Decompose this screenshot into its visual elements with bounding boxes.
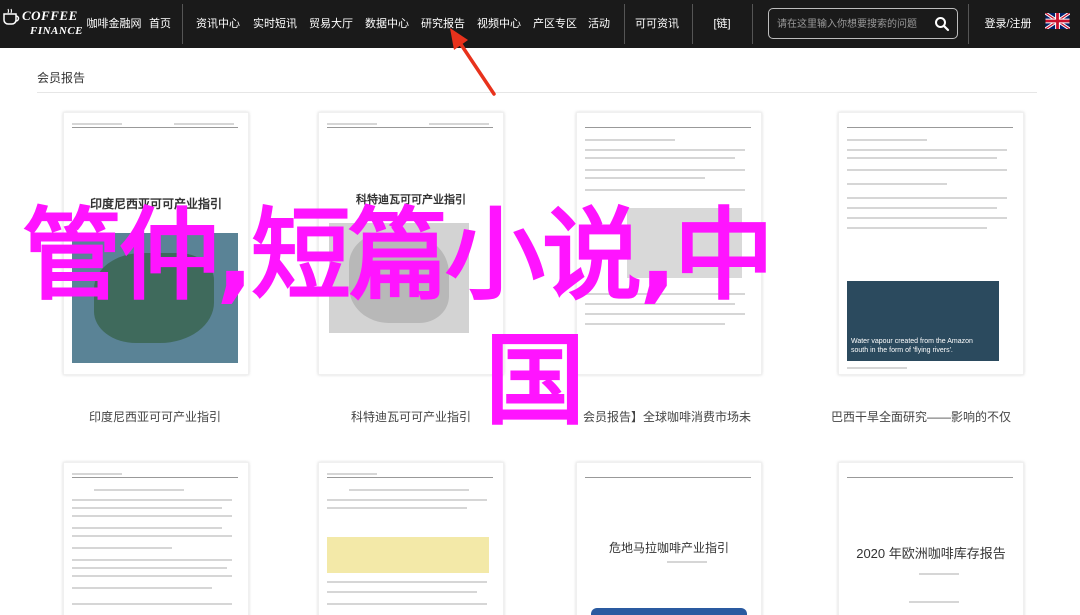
doc-text-line [847,157,997,159]
doc-text-line [585,177,705,179]
doc-text-line [72,499,232,501]
nav-divider [182,4,183,44]
doc-text-line [847,139,927,141]
report-card[interactable] [63,462,249,615]
doc-text-line [847,207,997,209]
doc-text-line [909,601,959,603]
card-title: 危地马拉咖啡产业指引 [608,541,729,555]
doc-text-line [585,139,675,141]
report-table-image [327,537,489,573]
nav-flash[interactable]: 实时短讯 [250,0,300,48]
search-input[interactable] [777,14,937,34]
report-card[interactable]: 危地马拉咖啡产业指引 [576,462,762,615]
doc-header-rule [585,477,751,478]
nav-news[interactable]: 资讯中心 [193,0,243,48]
doc-text-line [585,149,745,151]
doc-header-rule [72,477,238,478]
doc-text-line [585,169,745,171]
doc-text-line [585,157,735,159]
doc-text-line [847,227,987,229]
doc-text-line [72,507,222,509]
doc-header-rule [847,127,1013,128]
nav-divider [752,4,753,44]
overlay-title-line2: 国 [485,322,585,439]
section-divider [37,92,1037,93]
nav-events[interactable]: 活动 [584,0,614,48]
nav-data[interactable]: 数据中心 [362,0,412,48]
overlay-title-line1: 管仲,短篇小说,中 [22,197,774,314]
logo-line1: COFFEE [22,8,78,23]
doc-text-line [72,547,172,549]
doc-text-line [327,123,377,125]
doc-header-rule [585,127,751,128]
doc-header-rule [847,477,1013,478]
map-caption-line1: Water vapour created from the Amazon [851,338,973,345]
site-logo[interactable]: COFFEE FINANCE [0,6,84,42]
doc-text-line [847,217,1007,219]
nav-divider [968,4,969,44]
nav-chain[interactable]: [链] [702,0,742,48]
report-card[interactable] [318,462,504,615]
search-icon[interactable] [934,16,950,32]
top-navbar: COFFEE FINANCE 咖啡金融网 首页 资讯中心 实时短讯 贸易大厅 数… [0,0,1080,48]
doc-text-line [327,473,377,475]
report-cover-image [591,608,747,615]
doc-text-line [847,169,1007,171]
doc-text-line [72,515,232,517]
doc-text-line [72,527,222,529]
doc-text-line [667,561,707,563]
doc-text-line [327,507,467,509]
nav-divider [624,4,625,44]
doc-text-line [72,603,232,605]
doc-text-line [349,489,469,491]
report-card[interactable]: 2020 年欧洲咖啡库存报告 [838,462,1024,615]
doc-header-rule [327,477,493,478]
doc-text-line [72,535,232,537]
doc-text-line [327,581,487,583]
doc-text-line [94,489,184,491]
nav-home[interactable]: 首页 [145,0,175,48]
login-register-link[interactable]: 登录/注册 [978,0,1038,48]
map-caption-line2: south in the form of 'flying rivers'. [851,347,953,354]
doc-text-line [72,575,232,577]
doc-text-line [847,149,1007,151]
uk-flag-icon[interactable] [1045,13,1070,29]
doc-text-line [174,123,234,125]
nav-cocoa[interactable]: 可可资讯 [632,0,682,48]
doc-text-line [72,123,122,125]
coffee-cup-icon [3,8,20,25]
doc-text-line [72,587,212,589]
card-title: 2020 年欧洲咖啡库存报告 [856,546,1006,561]
report-card[interactable]: Water vapour created from the Amazon sou… [838,112,1024,375]
map-caption: Water vapour created from the Amazon sou… [851,337,1001,355]
doc-text-line [327,499,487,501]
doc-text-line [919,573,959,575]
card-caption[interactable]: 印度尼西亚可可产业指引 [30,408,280,425]
nav-origin[interactable]: 产区专区 [530,0,580,48]
doc-text-line [429,123,489,125]
doc-text-line [72,567,227,569]
logo-line2: FINANCE [30,25,84,37]
doc-text-line [847,367,907,369]
doc-text-line [847,183,947,185]
doc-text-line [72,473,122,475]
search-box [768,8,958,39]
doc-text-line [327,591,477,593]
nav-divider [692,4,693,44]
nav-home-site[interactable]: 咖啡金融网 [86,0,142,48]
nav-trade[interactable]: 贸易大厅 [306,0,356,48]
section-title: 会员报告 [37,71,86,85]
card-caption[interactable]: 巴西干旱全面研究——影响的不仅 [796,408,1046,425]
doc-header-rule [72,127,238,128]
red-arrow-annotation [450,28,496,96]
doc-text-line [847,197,1007,199]
doc-text-line [72,559,232,561]
doc-text-line [327,603,487,605]
doc-header-rule [327,127,493,128]
